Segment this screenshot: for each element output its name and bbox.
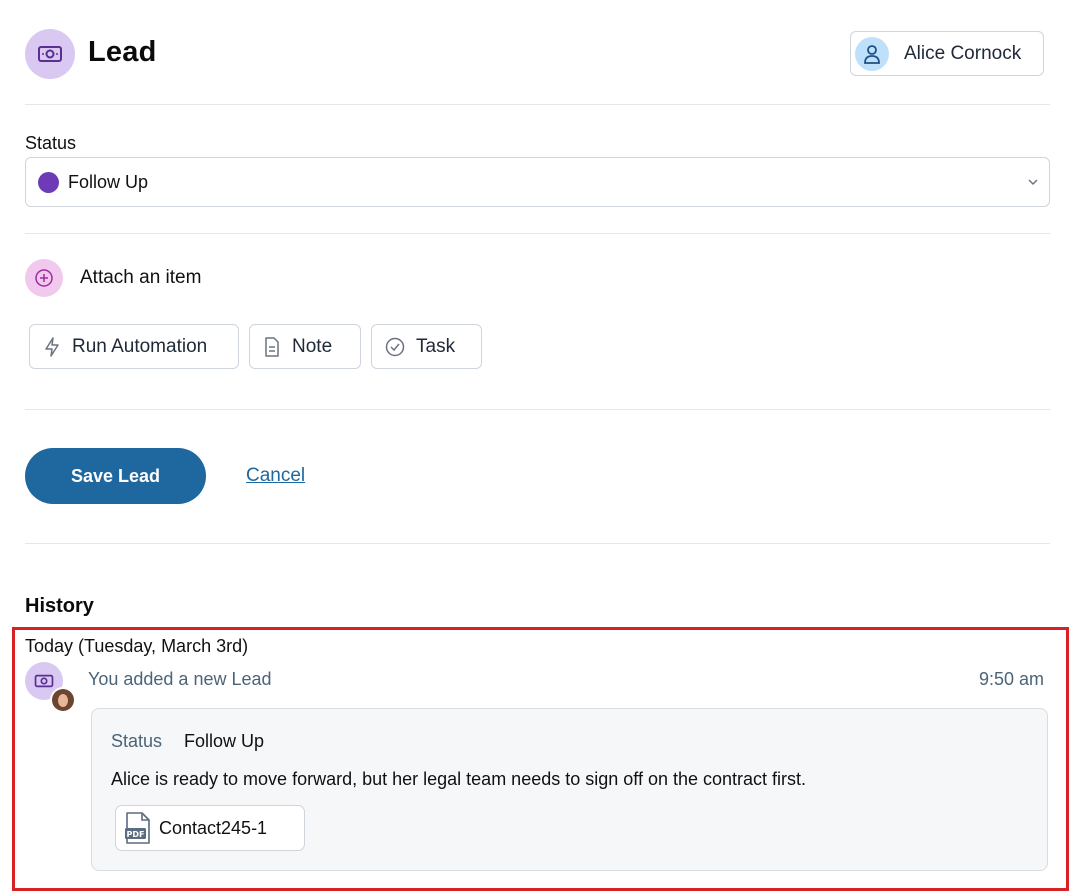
divider — [25, 104, 1050, 105]
plus-circle-icon[interactable] — [25, 259, 63, 297]
pdf-file-icon: PDF — [125, 812, 150, 844]
cancel-link[interactable]: Cancel — [246, 465, 305, 487]
money-icon — [25, 29, 75, 79]
user-icon — [855, 36, 889, 71]
check-circle-icon — [385, 337, 405, 356]
run-automation-label: Run Automation — [72, 335, 208, 357]
attach-item-row: Attach an item — [25, 259, 425, 297]
note-button[interactable]: Note — [249, 324, 361, 369]
run-automation-button[interactable]: Run Automation — [29, 324, 239, 369]
svg-text:PDF: PDF — [127, 830, 145, 839]
attachment-name: Contact245-1 — [159, 817, 268, 838]
divider — [25, 409, 1050, 410]
card-note-text: Alice is ready to move forward, but her … — [111, 769, 807, 789]
status-color-dot — [38, 172, 59, 193]
history-entry-text: You added a new Lead — [88, 669, 272, 689]
chevron-down-icon — [1027, 175, 1039, 193]
task-label: Task — [416, 335, 456, 357]
card-status-key: Status — [111, 731, 163, 751]
user-name: Alice Cornock — [904, 42, 1022, 64]
lightning-icon — [45, 336, 59, 357]
status-label: Status — [25, 133, 77, 153]
divider — [25, 543, 1050, 544]
user-button[interactable]: Alice Cornock — [850, 31, 1044, 76]
divider — [25, 233, 1050, 234]
task-button[interactable]: Task — [371, 324, 482, 369]
history-entry-time: 9:50 am — [978, 669, 1044, 689]
attachment-chip[interactable]: PDF Contact245-1 — [115, 805, 305, 851]
page-title: Lead — [88, 36, 157, 68]
history-heading: History — [25, 595, 94, 617]
save-lead-button[interactable]: Save Lead — [25, 448, 206, 504]
note-label: Note — [292, 335, 333, 357]
document-icon — [265, 336, 279, 357]
page-header: Lead Alice Cornock — [25, 29, 1050, 79]
card-status-value: Follow Up — [184, 731, 265, 751]
history-date-label: Today (Tuesday, March 3rd) — [25, 636, 249, 656]
avatar — [50, 687, 76, 713]
history-entry-card: Status Follow Up Alice is ready to move … — [91, 708, 1048, 871]
status-select[interactable]: Follow Up — [25, 157, 1050, 207]
attach-item-label: Attach an item — [80, 267, 202, 288]
status-value: Follow Up — [68, 172, 149, 192]
